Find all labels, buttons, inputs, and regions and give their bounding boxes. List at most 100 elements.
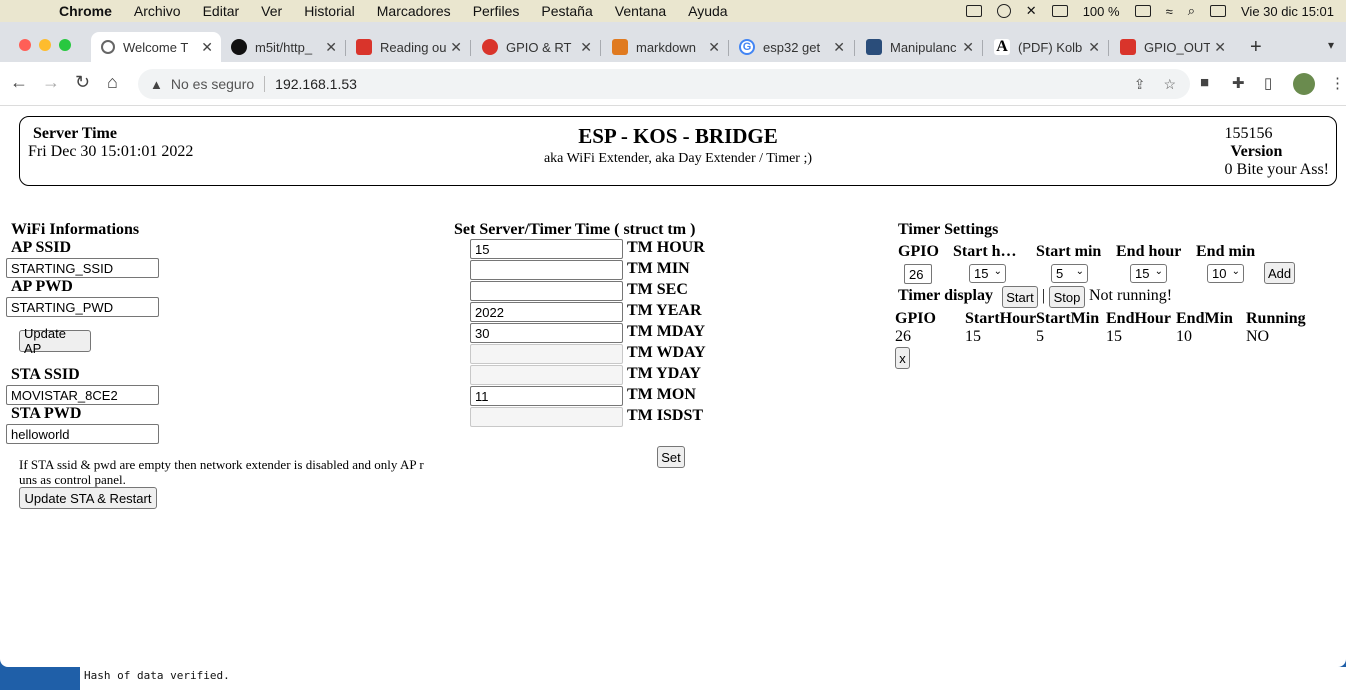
page-subtitle: aka WiFi Extender, aka Day Extender / Ti… [543,151,813,166]
battery-icon[interactable] [1134,5,1151,17]
share-icon[interactable]: ⇪ [1134,76,1146,93]
table-cell-starthour: 15 [965,328,981,345]
new-tab-plus-icon[interactable]: + [1250,36,1262,59]
back-arrow-icon[interactable]: ← [10,72,28,93]
puzzle-extensions-icon[interactable]: ✚ [1232,74,1245,92]
menu-item-ventana[interactable]: Ventana [604,3,677,19]
ap-pwd-input[interactable] [6,297,159,317]
ap-ssid-input[interactable] [6,258,159,278]
tm-year-input[interactable] [470,302,623,322]
gpio-input[interactable] [904,264,932,284]
end-hour-value: 15 [1135,266,1150,281]
spotlight-search-icon[interactable]: ⌕ [1188,3,1195,19]
menu-item-perfiles[interactable]: Perfiles [462,3,531,19]
close-window-icon[interactable] [19,39,31,51]
menu-item-archivo[interactable]: Archivo [123,3,192,19]
security-status[interactable]: No es seguro [171,76,254,92]
tab-welcome[interactable]: Welcome T ✕ [91,32,221,62]
reload-icon[interactable]: ↻ [75,72,90,93]
table-cell-startmin: 5 [1036,328,1044,345]
control-center-icon[interactable] [1210,5,1226,17]
tab-search-chevron-icon[interactable]: ▾ [1328,38,1334,52]
tm-yday-label: TM YDAY [627,365,701,382]
github-icon [231,39,247,55]
set-time-button[interactable]: Set [657,446,685,468]
tm-hour-input[interactable] [470,239,623,259]
update-ap-button[interactable]: Update AP [19,326,91,356]
server-time-form-title: Set Server/Timer Time ( struct tm ) [454,221,696,238]
tab-gpio-out[interactable]: GPIO_OUT ✕ [1110,32,1234,62]
timer-header-gpio: GPIO [898,243,939,260]
screen-mirror-icon[interactable] [965,5,982,17]
address-bar[interactable]: ▲ No es seguro 192.168.1.53 ⇪ ☆ [138,69,1190,99]
start-hour-select[interactable]: 15 ⌄ [969,264,1006,283]
close-tab-icon[interactable]: ✕ [962,39,974,56]
end-hour-select[interactable]: 15 ⌄ [1130,264,1167,283]
remove-timer-button[interactable]: x [895,347,910,369]
menu-item-ayuda[interactable]: Ayuda [677,3,738,19]
window-controls [19,39,71,51]
close-tab-icon[interactable]: ✕ [1088,39,1100,56]
close-tab-icon[interactable]: ✕ [833,39,845,56]
kebab-menu-icon[interactable]: ⋮ [1330,74,1345,92]
battery-percent[interactable]: 100 % [1083,4,1120,19]
stackoverflow-icon [612,39,628,55]
forward-arrow-icon[interactable]: → [42,72,60,93]
tab-google[interactable]: G esp32 get ✕ [729,32,853,62]
end-min-value: 10 [1212,266,1227,281]
time-machine-icon[interactable] [996,4,1011,18]
add-timer-button[interactable]: Add [1264,262,1295,284]
close-tab-icon[interactable]: ✕ [325,39,337,56]
tm-sec-input[interactable] [470,281,623,301]
tab-reading[interactable]: Reading ou ✕ [346,32,470,62]
table-header-gpio: GPIO [895,310,936,327]
bluetooth-off-icon[interactable]: ✕ [1026,3,1037,19]
menu-item-marcadores[interactable]: Marcadores [366,3,462,19]
warning-triangle-icon[interactable]: ▲ [150,77,163,92]
tm-mon-label: TM MON [627,386,696,403]
wifi-section-title: WiFi Informations [11,221,140,238]
close-tab-icon[interactable]: ✕ [450,39,462,56]
tm-mon-input[interactable] [470,386,623,406]
timer-stop-button[interactable]: Stop [1049,286,1085,308]
tab-github[interactable]: m5it/http_ ✕ [221,32,345,62]
tm-min-input[interactable] [470,260,623,280]
menu-item-ver[interactable]: Ver [250,3,293,19]
site-icon [866,39,882,55]
menubar-clock[interactable]: Vie 30 dic 15:01 [1241,4,1334,19]
end-min-select[interactable]: 10 ⌄ [1207,264,1244,283]
profile-avatar[interactable] [1293,73,1315,95]
extension-icon[interactable]: ■ [1200,74,1209,91]
home-icon[interactable]: ⌂ [107,72,118,93]
close-tab-icon[interactable]: ✕ [708,39,720,56]
url-text[interactable]: 192.168.1.53 [275,76,357,92]
browser-window: Welcome T ✕ m5it/http_ ✕ Reading ou ✕ GP… [0,22,1346,667]
menu-item-historial[interactable]: Historial [293,3,366,19]
wifi-icon[interactable]: ≈ [1166,4,1173,19]
bookmark-star-icon[interactable]: ☆ [1163,76,1176,93]
tab-markdown[interactable]: markdown ✕ [602,32,728,62]
tm-wday-label: TM WDAY [627,344,706,361]
version-block: 155156 Version 0 Bite your Ass! [1225,125,1329,179]
tm-mday-input[interactable] [470,323,623,343]
close-tab-icon[interactable]: ✕ [201,39,213,56]
menu-item-editar[interactable]: Editar [192,3,251,19]
sta-ssid-input[interactable] [6,385,159,405]
close-tab-icon[interactable]: ✕ [1214,39,1226,56]
tab-pdf-kolb[interactable]: A (PDF) Kolb ✕ [984,32,1108,62]
menu-app-name[interactable]: Chrome [48,3,123,19]
tab-gpio-rtc[interactable]: GPIO & RT ✕ [472,32,600,62]
ap-ssid-label: AP SSID [11,239,72,256]
side-panel-icon[interactable]: ▯ [1264,74,1272,92]
tab-label: m5it/http_ [255,39,313,55]
zoom-window-icon[interactable] [59,39,71,51]
windows-icon[interactable] [1051,5,1068,17]
start-min-select[interactable]: 5 ⌄ [1051,264,1088,283]
tab-manipulando[interactable]: Manipulanc ✕ [856,32,982,62]
sta-pwd-input[interactable] [6,424,159,444]
timer-start-button[interactable]: Start [1002,286,1038,308]
menu-item-pestana[interactable]: Pestaña [530,3,603,19]
update-sta-restart-button[interactable]: Update STA & Restart [19,487,157,509]
close-tab-icon[interactable]: ✕ [580,39,592,56]
minimize-window-icon[interactable] [39,39,51,51]
